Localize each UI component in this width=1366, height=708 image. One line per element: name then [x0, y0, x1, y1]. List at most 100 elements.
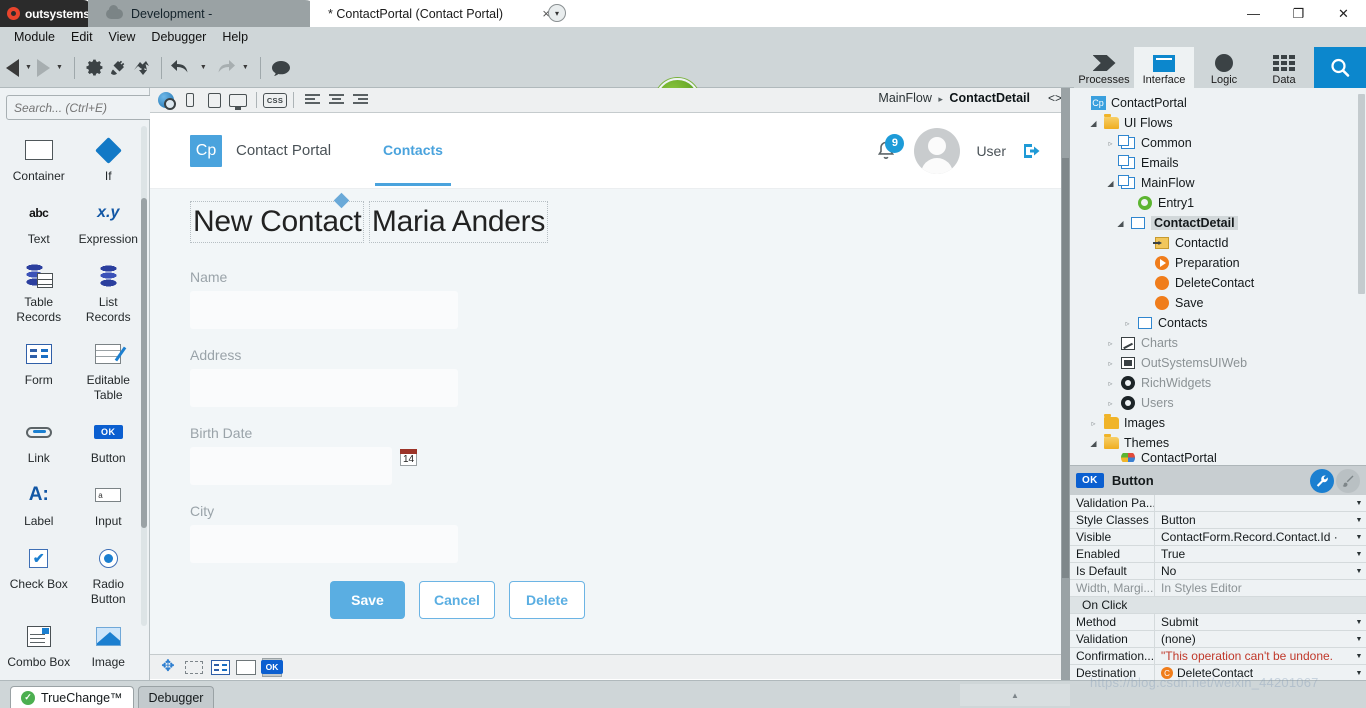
align-left-icon[interactable]: [302, 91, 322, 110]
gear-icon[interactable]: [83, 51, 105, 85]
breadcrumb-parent[interactable]: MainFlow: [878, 91, 932, 105]
widget-radio-button[interactable]: Radio Button: [74, 537, 144, 613]
app-logo[interactable]: Cp: [190, 134, 222, 167]
nav-tab-contacts[interactable]: Contacts: [375, 142, 451, 186]
toolbox-scrollbar-thumb[interactable]: [141, 198, 147, 528]
tree-node-contactid[interactable]: ContactId: [1076, 233, 1366, 253]
property-row-method[interactable]: Method Submit ▼: [1070, 613, 1366, 631]
tab-logic[interactable]: Logic: [1194, 47, 1254, 88]
property-row-visible[interactable]: Visible ContactForm.Record.Contact.Id · …: [1070, 528, 1366, 546]
chevron-down-icon[interactable]: ▼: [1352, 534, 1366, 541]
twisty-icon[interactable]: ▹: [1106, 379, 1115, 388]
widget-check-box[interactable]: ✔ Check Box: [4, 537, 74, 613]
tree-node-preparation[interactable]: Preparation: [1076, 253, 1366, 273]
publish-icon[interactable]: [131, 51, 153, 85]
property-row-validation-pattern[interactable]: Validation Pa... ▼: [1070, 494, 1366, 512]
tree-node-common[interactable]: ▹ Common: [1076, 133, 1366, 153]
widget-form[interactable]: Form: [4, 333, 74, 409]
selection-icon[interactable]: [184, 658, 204, 677]
menu-item-edit[interactable]: Edit: [64, 29, 100, 45]
page-title-line-2-box[interactable]: Maria Anders: [368, 201, 549, 243]
tree-node-emails[interactable]: Emails: [1076, 153, 1366, 173]
widget-list-records[interactable]: List Records: [74, 255, 144, 331]
property-row-style-classes[interactable]: Style Classes Button ▼: [1070, 511, 1366, 529]
chevron-down-icon[interactable]: ▾: [548, 4, 566, 22]
birth-date-input[interactable]: [190, 447, 392, 485]
chevron-down-icon[interactable]: ▼: [1352, 619, 1366, 626]
close-button[interactable]: ✕: [1321, 0, 1366, 27]
property-value[interactable]: True: [1155, 547, 1352, 561]
chevron-down-icon[interactable]: ▼: [1352, 551, 1366, 558]
align-right-icon[interactable]: [350, 91, 370, 110]
align-center-icon[interactable]: [326, 91, 346, 110]
tree-node-entry1[interactable]: Entry1: [1076, 193, 1366, 213]
undo-dropdown-icon[interactable]: ▼: [197, 51, 210, 85]
widget-editable-table[interactable]: Editable Table: [74, 333, 144, 409]
chevron-down-icon[interactable]: ▼: [1352, 500, 1366, 507]
tab-processes[interactable]: Processes: [1074, 47, 1134, 88]
cancel-button[interactable]: Cancel: [419, 581, 495, 619]
property-row-validation[interactable]: Validation (none) ▼: [1070, 630, 1366, 648]
twisty-icon[interactable]: ◢: [1089, 439, 1098, 448]
tree-node-deletecontact[interactable]: DeleteContact: [1076, 273, 1366, 293]
delete-button[interactable]: Delete: [509, 581, 585, 619]
environment-tab[interactable]: Development -: [88, 0, 318, 27]
property-value[interactable]: ContactForm.Record.Contact.Id ·: [1155, 530, 1352, 544]
notifications-button[interactable]: 9: [874, 133, 905, 163]
chevron-down-icon[interactable]: ▼: [1352, 636, 1366, 643]
twisty-icon[interactable]: ◢: [1116, 219, 1125, 228]
redo-icon[interactable]: [212, 51, 236, 85]
tab-data[interactable]: Data: [1254, 47, 1314, 88]
module-tab[interactable]: * ContactPortal (Contact Portal) ×: [310, 0, 560, 27]
property-value[interactable]: Button: [1155, 513, 1352, 527]
container-icon[interactable]: [236, 658, 256, 677]
widget-image[interactable]: Image: [74, 615, 144, 670]
chevron-down-icon[interactable]: ▼: [1352, 653, 1366, 660]
widget-container[interactable]: Container: [4, 129, 74, 190]
property-value[interactable]: C DeleteContact: [1155, 666, 1352, 680]
save-button[interactable]: Save: [330, 581, 405, 619]
menu-item-module[interactable]: Module: [7, 29, 62, 45]
widget-combo-box[interactable]: Combo Box: [4, 615, 74, 670]
tablet-icon[interactable]: [204, 91, 224, 110]
css-editor-button[interactable]: CSS: [262, 91, 288, 110]
tree-node-contactportal[interactable]: Cp ContactPortal: [1076, 93, 1366, 113]
status-scroll-up-button[interactable]: ▲: [960, 684, 1070, 706]
menu-item-help[interactable]: Help: [215, 29, 255, 45]
truechange-tab[interactable]: ✓ TrueChange™: [10, 686, 134, 708]
tree-node-themes[interactable]: ◢ Themes: [1076, 433, 1366, 453]
tree-node-outsystemsuiweb[interactable]: ▹ OutSystemsUIWeb: [1076, 353, 1366, 373]
tree-node-charts[interactable]: ▹ Charts: [1076, 333, 1366, 353]
debug-plug-icon[interactable]: [107, 51, 129, 85]
code-view-toggle[interactable]: <>: [1048, 91, 1062, 105]
twisty-icon[interactable]: ▹: [1106, 399, 1115, 408]
tree-node-theme-contactportal[interactable]: ContactPortal: [1076, 453, 1366, 462]
search-button[interactable]: [1314, 47, 1366, 88]
back-button[interactable]: [6, 51, 19, 85]
twisty-icon[interactable]: ◢: [1106, 179, 1115, 188]
twisty-icon[interactable]: ▹: [1123, 319, 1132, 328]
city-input[interactable]: [190, 525, 458, 563]
widget-table-records[interactable]: Table Records: [4, 255, 74, 331]
redo-dropdown-icon[interactable]: ▼: [239, 51, 252, 85]
chevron-down-icon[interactable]: ▼: [1352, 670, 1366, 677]
canvas-vertical-scrollbar[interactable]: [1061, 88, 1070, 680]
forward-dropdown-icon[interactable]: ▼: [53, 51, 66, 85]
widget-input[interactable]: a Input: [74, 474, 144, 535]
page-title-line-1-box[interactable]: New Contact: [190, 201, 365, 243]
property-row-confirmation-message[interactable]: Confirmation... "This operation can't be…: [1070, 647, 1366, 665]
twisty-icon[interactable]: ▹: [1106, 339, 1115, 348]
twisty-icon[interactable]: ◢: [1089, 119, 1098, 128]
placeholder-icon[interactable]: ✥: [158, 658, 178, 677]
widget-label[interactable]: A: Label: [4, 474, 74, 535]
address-input[interactable]: [190, 369, 458, 407]
widget-button[interactable]: OK Button: [74, 411, 144, 472]
desktop-icon[interactable]: [228, 91, 248, 110]
widget-link[interactable]: Link: [4, 411, 74, 472]
undo-icon[interactable]: [170, 51, 194, 85]
canvas-scrollbar-thumb[interactable]: [1062, 158, 1069, 578]
tree-node-mainflow[interactable]: ◢ MainFlow: [1076, 173, 1366, 193]
widget-expression[interactable]: x.y Expression: [74, 192, 144, 253]
menu-item-debugger[interactable]: Debugger: [144, 29, 213, 45]
property-value[interactable]: Submit: [1155, 615, 1352, 629]
